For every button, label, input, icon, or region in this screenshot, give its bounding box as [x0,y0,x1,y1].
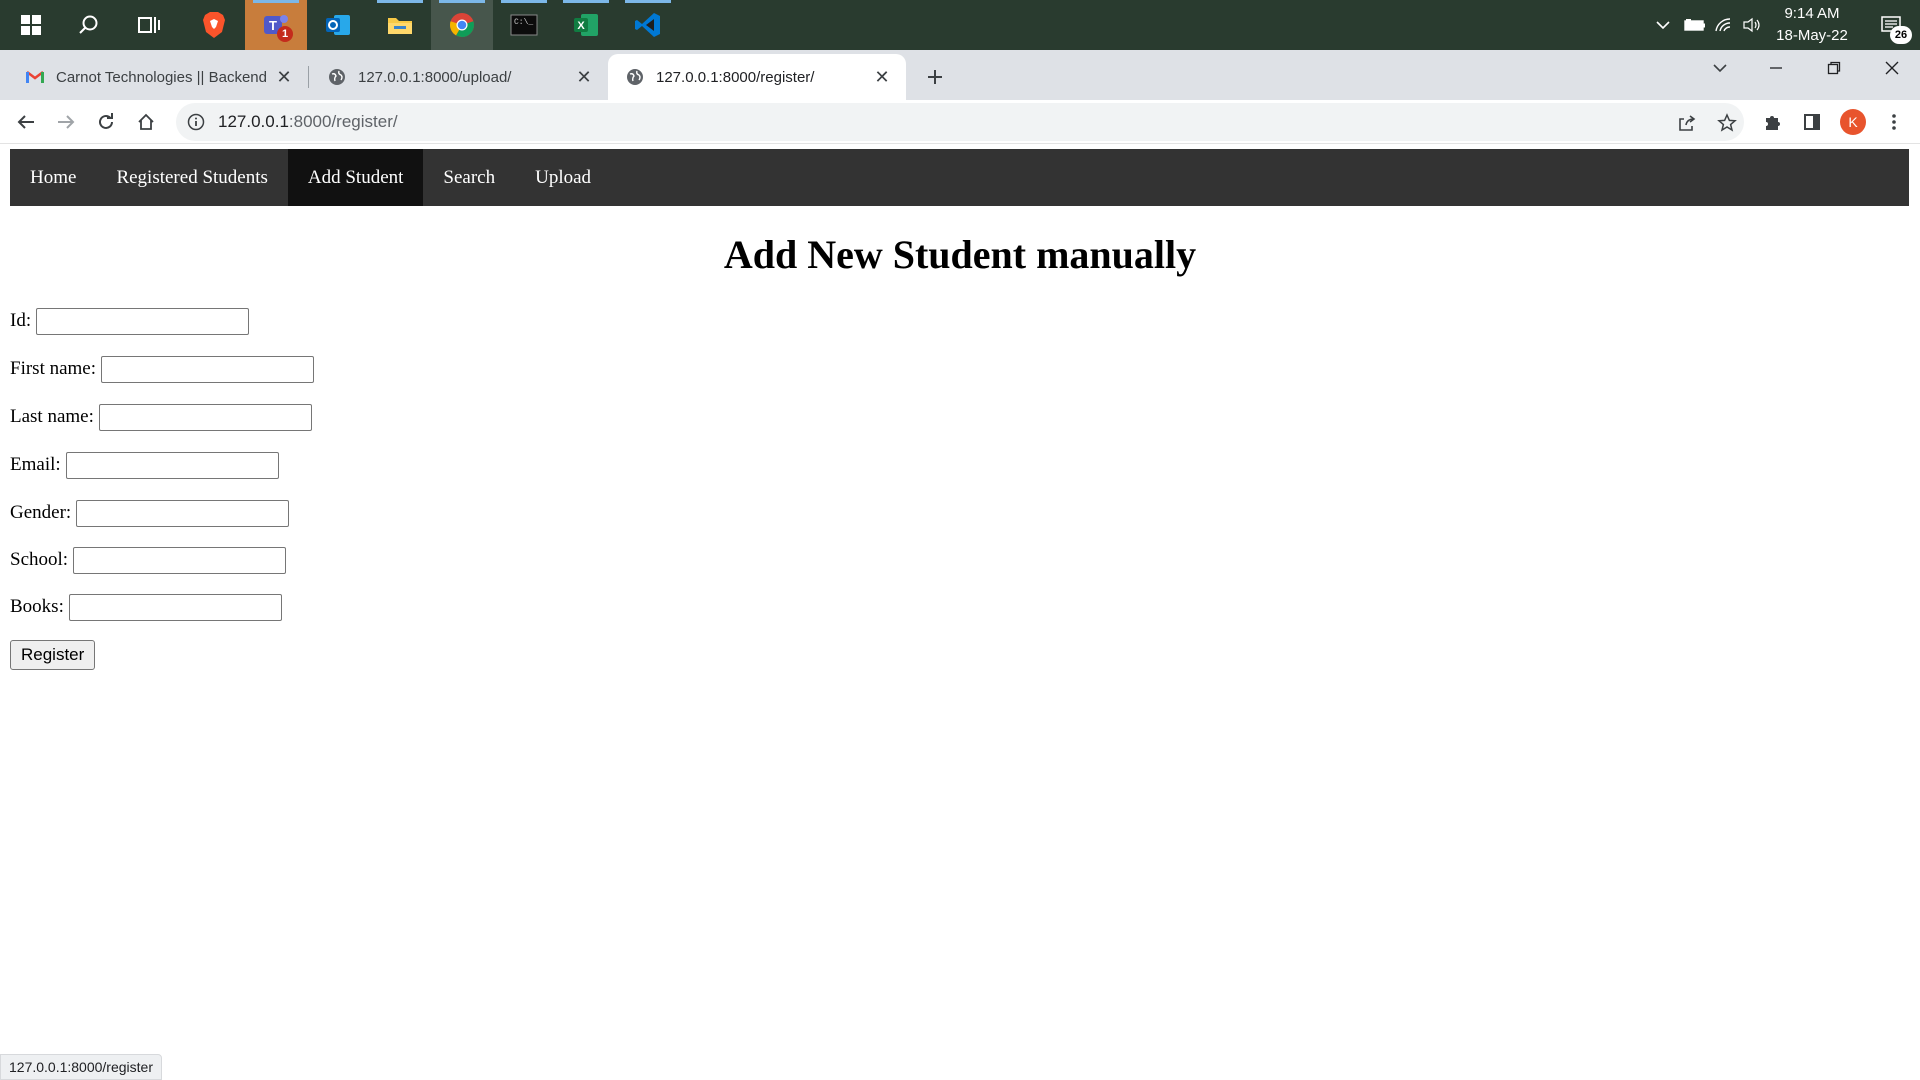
chrome-icon[interactable] [431,0,493,50]
home-icon[interactable] [128,104,164,140]
nav-search[interactable]: Search [423,149,515,206]
new-tab-plus-icon[interactable] [920,62,950,92]
forward-arrow-icon[interactable] [48,104,84,140]
gender-label: Gender: [10,502,72,523]
globe-icon [328,68,346,86]
url-path: :8000/register/ [288,112,398,131]
share-icon[interactable] [1676,112,1698,134]
outlook-icon[interactable] [307,0,369,50]
nav-home[interactable]: Home [10,149,96,206]
email-row: Email: [10,451,279,479]
first-name-field[interactable] [101,355,315,383]
globe-icon [626,68,644,86]
teams-badge: 1 [277,26,293,42]
clock-time: 9:14 AM [1784,5,1840,22]
school-row: School: [10,546,287,574]
close-window-icon[interactable] [1864,50,1920,86]
minimize-icon[interactable] [1748,50,1804,86]
nav-upload[interactable]: Upload [515,149,611,206]
vscode-icon[interactable] [617,0,679,50]
site-info-icon[interactable] [186,112,206,132]
browser-toolbar: 127.0.0.1:8000/register/ K [0,100,1920,144]
email-field[interactable] [65,451,279,479]
tab-close-icon[interactable]: ✕ [574,67,594,87]
bookmark-star-icon[interactable] [1716,112,1738,134]
tab-title: Carnot Technologies || Backend D [56,68,268,86]
address-url: 127.0.0.1:8000/register/ [218,103,398,141]
tab-title: 127.0.0.1:8000/register/ [656,68,815,86]
profile-avatar[interactable]: K [1840,109,1866,135]
books-row: Books: [10,593,282,621]
last-name-field[interactable] [98,403,312,431]
tab-divider [308,66,309,88]
tab-search-chevron-icon[interactable] [1692,50,1748,86]
tab-close-icon[interactable]: ✕ [274,67,294,87]
back-arrow-icon[interactable] [8,104,44,140]
clock-date: 18-May-22 [1776,27,1848,44]
url-host: 127.0.0.1 [218,112,289,131]
page-title: Add New Student manually [723,232,1197,277]
battery-icon[interactable] [1682,0,1708,50]
register-button[interactable]: Register [10,640,96,670]
gender-row: Gender: [10,499,290,527]
excel-icon[interactable]: X [555,0,617,50]
school-label: School: [10,549,69,570]
taskbar-clock[interactable]: 9:14 AM 18-May-22 [1766,3,1858,47]
tab-register[interactable]: 127.0.0.1:8000/register/ ✕ [608,54,906,100]
id-field[interactable] [36,307,250,335]
brave-browser-icon[interactable] [183,0,245,50]
id-label: Id: [10,310,32,331]
tab-title: 127.0.0.1:8000/upload/ [358,68,512,86]
windows-start-icon[interactable] [0,0,62,50]
email-label: Email: [10,454,61,475]
school-field[interactable] [73,546,287,574]
wifi-icon[interactable] [1712,0,1736,50]
tab-gmail[interactable]: Carnot Technologies || Backend D ✕ [8,54,308,100]
nav-registered-students[interactable]: Registered Students [96,149,287,206]
first-name-label: First name: [10,358,97,379]
books-label: Books: [10,596,64,617]
books-field[interactable] [68,593,282,621]
first-name-row: First name: [10,355,315,383]
svg-text:C:\_: C:\_ [514,18,533,27]
side-panel-icon[interactable] [1794,104,1830,140]
id-row: Id: [10,307,250,335]
svg-text:X: X [577,20,585,32]
last-name-label: Last name: [10,406,94,427]
tab-upload[interactable]: 127.0.0.1:8000/upload/ ✕ [310,54,608,100]
notification-badge: 26 [1890,26,1912,44]
task-view-icon[interactable] [118,0,180,50]
browser-tab-strip: Carnot Technologies || Backend D ✕ 127.0… [0,50,1920,100]
last-name-row: Last name: [10,403,312,431]
web-page: Home Registered Students Add Student Sea… [0,145,1920,1080]
status-bar-url: 127.0.0.1:8000/register [0,1054,162,1080]
volume-icon[interactable] [1740,0,1764,50]
search-icon[interactable] [58,0,120,50]
gmail-icon [26,68,44,86]
gender-field[interactable] [76,499,290,527]
taskbar: T 1 C:\_ X 9:14 AM 18-May-22 26 [0,0,1920,50]
reload-icon[interactable] [88,104,124,140]
tab-close-icon[interactable]: ✕ [872,67,892,87]
folder-icon[interactable] [369,0,431,50]
extensions-puzzle-icon[interactable] [1754,104,1790,140]
site-navbar: Home Registered Students Add Student Sea… [10,149,1909,206]
kebab-menu-icon[interactable] [1876,104,1912,140]
notification-center-icon[interactable]: 26 [1866,0,1916,50]
address-bar[interactable]: 127.0.0.1:8000/register/ [176,103,1744,141]
restore-icon[interactable] [1806,50,1862,86]
svg-text:T: T [269,18,277,33]
teams-icon[interactable]: T 1 [245,0,307,50]
nav-add-student[interactable]: Add Student [287,149,424,206]
terminal-icon[interactable]: C:\_ [493,0,555,50]
chevron-up-icon[interactable] [1652,0,1674,50]
